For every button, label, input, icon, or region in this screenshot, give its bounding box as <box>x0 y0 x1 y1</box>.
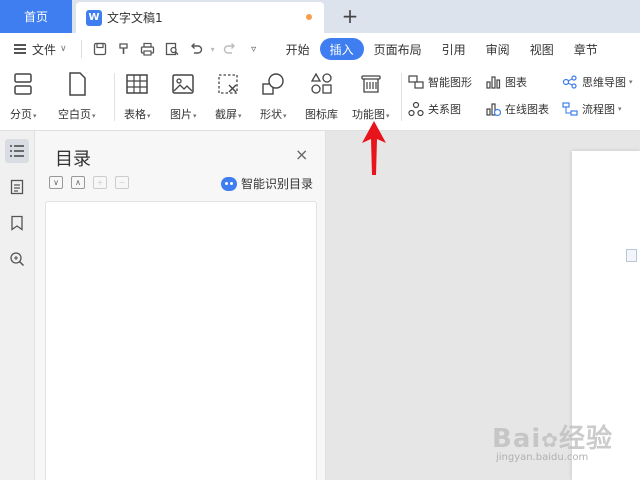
tab-references[interactable]: 引用 <box>432 38 476 60</box>
chart-label: 图表 <box>505 76 527 89</box>
tab-start[interactable]: 开始 <box>276 38 320 60</box>
hamburger-icon <box>14 44 26 54</box>
table-icon <box>124 71 150 97</box>
smart-art-button[interactable]: 智能图形 <box>408 74 472 90</box>
redo-icon[interactable] <box>218 39 242 59</box>
bookmark-icon[interactable] <box>5 211 29 235</box>
icon-library-icon <box>309 71 335 97</box>
blank-page-label: 空白页 <box>58 108 91 121</box>
menu-bar: 文件 ∨ ▾ ▿ 开始 插入 页面布局 引用 审阅 视图 章节 <box>0 33 640 65</box>
blank-page-button[interactable]: 空白页▾ <box>58 71 96 122</box>
new-tab-button[interactable]: + <box>338 4 362 28</box>
watermark-brand-cn: 经验 <box>559 424 614 454</box>
smart-art-icon <box>408 74 424 90</box>
title-tab-bar: 首页 W 文字文稿1 + <box>0 0 640 33</box>
function-chart-button[interactable]: 功能图▾ <box>352 71 390 122</box>
tab-insert[interactable]: 插入 <box>319 38 364 60</box>
document-tab[interactable]: W 文字文稿1 <box>76 2 324 33</box>
customize-toolbar-icon[interactable]: ▿ <box>242 39 266 59</box>
chapter-nav-icon[interactable] <box>5 175 29 199</box>
wps-writer-icon: W <box>86 9 102 26</box>
ribbon-separator <box>401 73 402 121</box>
file-menu-label: 文件 <box>32 42 57 57</box>
smart-detect-toc-label: 智能识别目录 <box>241 177 314 191</box>
smart-detect-toc-button[interactable]: 智能识别目录 <box>221 175 313 192</box>
file-menu-button[interactable]: 文件 ∨ <box>0 41 67 58</box>
page-marker-icon <box>626 249 637 262</box>
flow-chart-button[interactable]: 流程图 ▾ <box>562 101 622 117</box>
document-tab-title: 文字文稿1 <box>107 11 163 25</box>
save-icon[interactable] <box>88 39 112 59</box>
tab-page-layout[interactable]: 页面布局 <box>364 38 432 60</box>
close-icon[interactable]: × <box>295 145 308 164</box>
page-break-icon <box>10 71 36 97</box>
watermark-brand: Bai <box>492 424 542 454</box>
online-chart-label: 在线图表 <box>505 103 549 116</box>
toc-title: 目录 <box>55 149 91 170</box>
page-break-label: 分页 <box>10 108 32 121</box>
ribbon-separator <box>114 73 115 121</box>
relation-chart-button[interactable]: 关系图 <box>408 101 461 117</box>
find-replace-icon[interactable] <box>5 247 29 271</box>
toc-toolbar: ∨ ∧ + − <box>49 176 129 189</box>
tab-review[interactable]: 审阅 <box>476 38 520 60</box>
home-tab[interactable]: 首页 <box>0 0 72 33</box>
format-painter-icon[interactable] <box>112 39 136 59</box>
expand-down-icon[interactable]: ∨ <box>49 176 63 189</box>
picture-label: 图片 <box>170 108 192 121</box>
chevron-down-icon: ▾ <box>618 105 622 113</box>
bar-chart-icon <box>485 74 501 90</box>
relation-chart-label: 关系图 <box>428 103 461 116</box>
left-navigation-bar <box>0 131 35 480</box>
blank-page-icon <box>64 71 90 97</box>
mind-map-button[interactable]: 思维导图 ▾ <box>562 74 633 90</box>
online-chart-icon <box>485 101 501 117</box>
remove-level-icon[interactable]: − <box>115 176 129 189</box>
toc-panel: 目录 × ∨ ∧ + − 智能识别目录 <box>35 131 326 480</box>
flow-chart-icon <box>562 101 578 117</box>
screenshot-icon <box>215 71 241 97</box>
ai-assistant-icon <box>221 176 237 191</box>
relation-chart-icon <box>408 101 424 117</box>
page-break-button[interactable]: 分页▾ <box>10 71 37 122</box>
toc-nav-icon[interactable] <box>5 139 29 163</box>
shape-button[interactable]: 形状▾ <box>260 71 287 122</box>
table-button[interactable]: 表格▾ <box>124 71 151 122</box>
icon-library-button[interactable]: 图标库 <box>305 71 338 122</box>
picture-icon <box>170 71 196 97</box>
icon-library-label: 图标库 <box>305 108 338 121</box>
mind-map-label: 思维导图 <box>582 76 626 89</box>
mind-map-icon <box>562 74 578 90</box>
print-preview-icon[interactable] <box>160 39 184 59</box>
toc-list[interactable] <box>45 201 317 480</box>
chart-button[interactable]: 图表 <box>485 74 527 90</box>
baidu-jingyan-watermark: Bai✿经验 jingyan.baidu.com <box>470 406 640 480</box>
paw-icon: ✿ <box>541 428 560 452</box>
online-chart-button[interactable]: 在线图表 <box>485 101 549 117</box>
smart-art-label: 智能图形 <box>428 76 472 89</box>
quick-access-toolbar: ▾ ▿ <box>80 39 266 59</box>
picture-button[interactable]: 图片▾ <box>170 71 197 122</box>
undo-icon[interactable] <box>184 39 208 59</box>
flow-chart-label: 流程图 <box>582 103 615 116</box>
tab-chapter[interactable]: 章节 <box>564 38 608 60</box>
watermark-url: jingyan.baidu.com <box>496 452 589 463</box>
chevron-down-icon: ∨ <box>60 44 67 54</box>
chevron-down-icon: ▾ <box>629 78 633 86</box>
red-arrow-annotation <box>362 121 386 175</box>
collapse-up-icon[interactable]: ∧ <box>71 176 85 189</box>
function-chart-icon <box>358 71 384 97</box>
shape-label: 形状 <box>260 108 282 121</box>
add-level-icon[interactable]: + <box>93 176 107 189</box>
tab-view[interactable]: 视图 <box>520 38 564 60</box>
screenshot-button[interactable]: 截屏▾ <box>215 71 242 122</box>
print-icon[interactable] <box>136 39 160 59</box>
insert-ribbon: 分页▾ 空白页▾ 表格▾ 图片▾ 截屏▾ 形状▾ 图标库 功能图▾ 智能图形 图… <box>0 65 640 131</box>
table-label: 表格 <box>124 108 146 121</box>
ribbon-tabs: 开始 插入 页面布局 引用 审阅 视图 章节 <box>276 38 608 60</box>
shape-icon <box>260 71 286 97</box>
unsaved-indicator <box>306 14 312 20</box>
undo-dropdown-icon[interactable]: ▾ <box>208 39 218 59</box>
screenshot-label: 截屏 <box>215 108 237 121</box>
